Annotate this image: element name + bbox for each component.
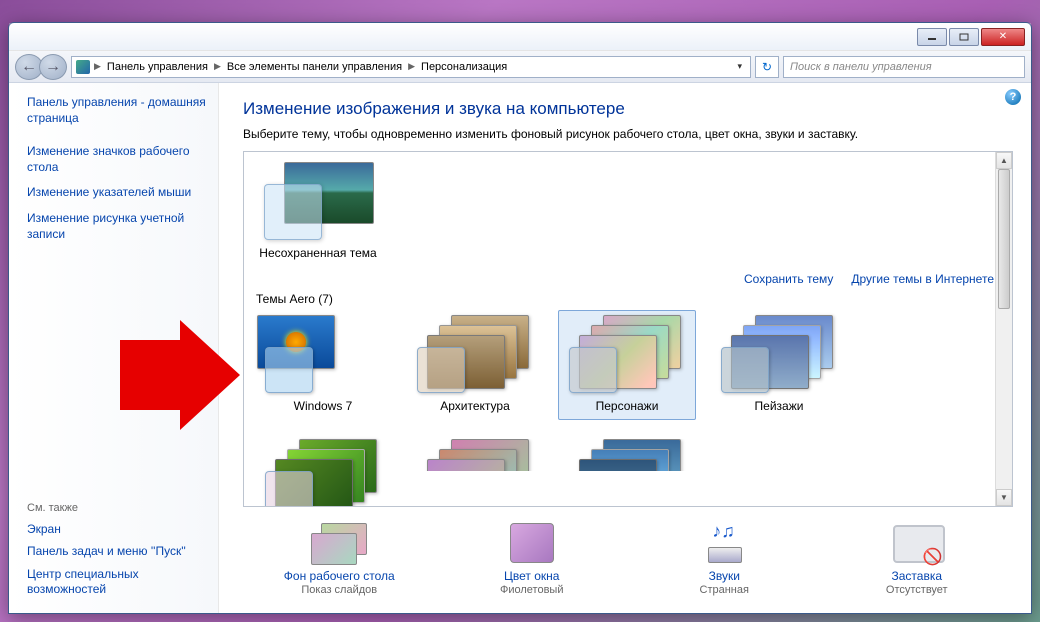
sidebar-taskbar[interactable]: Панель задач и меню ''Пуск'' [27,544,210,560]
address-dropdown[interactable]: ▾ [733,61,746,72]
theme-nature[interactable]: Природа [254,434,392,507]
sidebar-account-picture[interactable]: Изменение рисунка учетной записи [27,211,210,242]
theme-label: Несохраненная тема [254,246,382,260]
sidebar-desktop-icons[interactable]: Изменение значков рабочего стола [27,144,210,175]
sidebar-ease-of-access[interactable]: Центр специальных возможностей [27,567,210,598]
chevron-right-icon: ▶ [94,61,101,72]
themes-panel: ▲ ▼ Несохраненная тема Сохранить тему Др… [243,151,1013,507]
theme-windows7[interactable]: Windows 7 [254,310,392,420]
personalization-window: ✕ ← → ▶ Панель управления ▶ Все элементы… [8,22,1032,614]
vertical-scrollbar[interactable]: ▲ ▼ [995,152,1012,506]
sidebar-home[interactable]: Панель управления - домашняя страница [27,95,210,126]
theme-unsaved[interactable]: Несохраненная тема [254,160,382,260]
search-input[interactable]: Поиск в панели управления [783,56,1025,78]
more-themes-link[interactable]: Другие темы в Интернете [851,272,994,286]
page-title: Изменение изображения и звука на компьют… [243,99,1013,119]
sidebar-mouse-pointers[interactable]: Изменение указателей мыши [27,185,210,201]
close-button[interactable]: ✕ [981,28,1025,46]
sound-icon [692,523,756,565]
chevron-right-icon: ▶ [214,61,221,72]
refresh-button[interactable]: ↻ [755,56,779,78]
title-bar[interactable]: ✕ [9,23,1031,51]
maximize-button[interactable] [949,28,979,46]
save-theme-link[interactable]: Сохранить тему [744,272,833,286]
setting-sounds[interactable]: Звуки Странная [634,523,814,596]
theme-architecture[interactable]: Архитектура [406,310,544,420]
setting-screensaver[interactable]: Заставка Отсутствует [827,523,1007,596]
crumb-personalization[interactable]: Персонализация [419,61,509,73]
sidebar-screen[interactable]: Экран [27,522,210,538]
see-also-header: См. также [27,502,210,514]
scroll-thumb[interactable] [998,169,1010,309]
screensaver-icon [885,523,949,565]
theme-partial-1[interactable] [406,434,544,507]
control-panel-icon [76,60,90,74]
forward-button[interactable]: → [39,54,67,80]
scroll-down-icon[interactable]: ▼ [996,489,1012,506]
theme-partial-2[interactable] [558,434,696,507]
wallpaper-icon [307,523,371,565]
page-subtitle: Выберите тему, чтобы одновременно измени… [243,127,1013,141]
chevron-right-icon: ▶ [408,61,415,72]
settings-row: Фон рабочего стола Показ слайдов Цвет ок… [243,507,1013,605]
main-content: ? Изменение изображения и звука на компь… [219,83,1031,613]
setting-desktop-background[interactable]: Фон рабочего стола Показ слайдов [249,523,429,596]
left-sidebar: Панель управления - домашняя страница Из… [9,83,219,613]
nav-toolbar: ← → ▶ Панель управления ▶ Все элементы п… [9,51,1031,83]
aero-section-header: Темы Aero (7) [256,292,994,306]
theme-characters[interactable]: Персонажи [558,310,696,420]
crumb-all-items[interactable]: Все элементы панели управления [225,61,404,73]
help-icon[interactable]: ? [1005,89,1021,105]
setting-window-color[interactable]: Цвет окна Фиолетовый [442,523,622,596]
scroll-up-icon[interactable]: ▲ [996,152,1012,169]
crumb-control-panel[interactable]: Панель управления [105,61,210,73]
theme-landscapes[interactable]: Пейзажи [710,310,848,420]
minimize-button[interactable] [917,28,947,46]
address-bar[interactable]: ▶ Панель управления ▶ Все элементы панел… [71,56,751,78]
color-icon [500,523,564,565]
